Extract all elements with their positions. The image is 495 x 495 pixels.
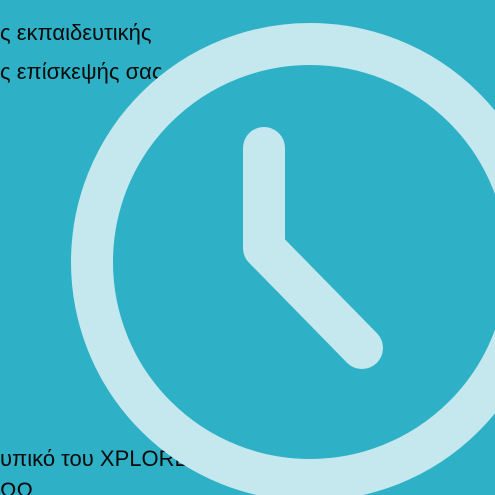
text-line-1: ς εκπαιδευτικής (0, 20, 152, 45)
clock-face-ring (71, 23, 495, 495)
text-line-3: υπικό του XPLORE, (0, 446, 196, 471)
clock-hands (243, 127, 383, 369)
text-line-2: ς επίσκεψής σας. (0, 59, 169, 84)
text-line-4: ΩΩ (0, 478, 33, 495)
slide-background: ς εκπαιδευτικής ς επίσκεψής σας. υπικό τ… (0, 0, 495, 495)
